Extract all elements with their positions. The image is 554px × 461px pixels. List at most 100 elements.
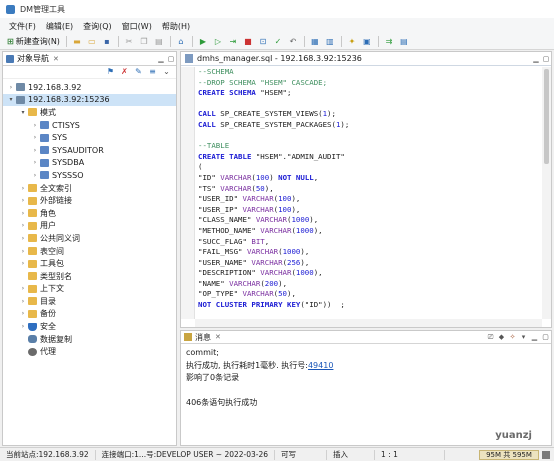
menu-icon[interactable]: ▾ [518,333,529,341]
pin-icon[interactable]: ◆ [496,333,507,341]
tree-node[interactable]: › 上下文 [3,283,176,296]
menu-file[interactable]: 文件(F) [4,21,41,32]
execute-selection-icon[interactable]: ▷ [211,36,225,48]
filter-icon[interactable]: ≡ [147,67,158,77]
maximize-icon[interactable]: ▢ [540,333,551,341]
tree-node[interactable]: › SYSAUDITOR [3,144,176,157]
expand-right-icon[interactable]: › [31,172,39,179]
execute-script-icon[interactable]: ⇥ [226,36,240,48]
rollback-icon[interactable]: ↶ [286,36,300,48]
editor-vertical-scrollbar[interactable] [542,67,551,319]
tree-node[interactable]: › 安全 [3,320,176,333]
menu-query[interactable]: 查询(Q) [78,21,117,32]
expand-right-icon[interactable]: › [7,84,15,91]
paste-icon[interactable]: ▤ [152,36,166,48]
code-line: "USER_NAME" VARCHAR(256), [198,258,541,269]
commit-icon[interactable]: ✓ [271,36,285,48]
home-icon[interactable]: ⌂ [174,36,188,48]
close-icon[interactable]: ✕ [215,333,221,341]
tree-node[interactable]: 类型别名 [3,270,176,283]
tree-node[interactable]: › 全文索引 [3,182,176,195]
tree-node[interactable]: › 192.168.3.92 [3,81,176,94]
save-icon[interactable]: ▪ [100,36,114,48]
debug-icon[interactable]: ✦ [345,36,359,48]
garbage-collect-icon[interactable] [542,450,550,459]
expand-right-icon[interactable]: › [19,285,27,292]
schema-icon [40,133,49,142]
exec-number-link[interactable]: 49410 [308,361,333,370]
copy-icon[interactable]: ❐ [137,36,151,48]
expand-right-icon[interactable]: › [31,159,39,166]
code-line: "USER_IP" VARCHAR(100), [198,205,541,216]
expand-down-icon[interactable]: ▾ [19,109,27,116]
expand-right-icon[interactable]: › [19,222,27,229]
minimize-icon[interactable]: ▁ [529,333,540,341]
tab-messages[interactable]: 消息 ✕ [184,332,221,343]
tree-node[interactable]: › 公共同义词 [3,232,176,245]
format-icon[interactable]: ▣ [360,36,374,48]
stop-icon[interactable]: ■ [241,36,255,48]
clear-icon[interactable]: ⎚ [485,333,496,342]
menu-help[interactable]: 帮助(H) [157,21,195,32]
expand-right-icon[interactable]: › [19,248,27,255]
code-line: --DROP SCHEMA "HSEM" CASCADE; [198,78,541,89]
close-icon[interactable]: ✕ [53,55,59,63]
tree-node[interactable]: › CTISYS [3,119,176,132]
code-token: ), [313,268,323,278]
tree-node[interactable]: › SYSDBA [3,157,176,170]
disconnect-icon[interactable]: ✗ [119,67,130,77]
tree-node[interactable]: › 角色 [3,207,176,220]
expand-right-icon[interactable]: › [19,210,27,217]
expand-right-icon[interactable]: › [31,147,39,154]
calendar-icon[interactable]: ▦ [308,36,322,48]
cut-icon[interactable]: ✂ [122,36,136,48]
expand-right-icon[interactable]: › [31,122,39,129]
expand-right-icon[interactable]: › [19,260,27,267]
tree-node[interactable]: › SYSSSO [3,169,176,182]
edit-icon[interactable]: ✎ [133,67,144,77]
minimize-icon[interactable]: ▁ [156,55,166,63]
tree-node[interactable]: ▾ 192.168.3.92:15236 [3,93,176,107]
sql-code-area[interactable]: --SCHEMA --DROP SCHEMA "HSEM" CASCADE; CRE… [198,67,541,319]
code-token: VARCHAR [251,257,283,267]
maximize-icon[interactable]: ▢ [541,55,551,63]
expand-right-icon[interactable]: › [31,134,39,141]
maximize-icon[interactable]: ▢ [166,55,176,63]
minimize-icon[interactable]: ▁ [531,55,541,63]
tree-node[interactable]: › 目录 [3,295,176,308]
tree-node[interactable]: ▾ 模式 [3,106,176,119]
tree-node[interactable]: › 用户 [3,220,176,233]
grid-icon[interactable]: ▥ [323,36,337,48]
expand-right-icon[interactable]: › [19,235,27,242]
new-query-button[interactable]: ⊞ 新建查询(N) [4,36,63,47]
execute-icon[interactable]: ▶ [196,36,210,48]
tree-node[interactable]: › 表空间 [3,245,176,258]
collapse-icon[interactable]: ⌄ [161,67,172,77]
expand-down-icon[interactable]: ▾ [7,96,15,103]
expand-right-icon[interactable]: › [19,197,27,204]
expand-right-icon[interactable]: › [19,298,27,305]
expand-right-icon[interactable]: › [19,185,27,192]
open-file-icon[interactable]: ▭ [85,36,99,48]
tree-node[interactable]: › 备份 [3,308,176,321]
tree-node[interactable]: › 外部链接 [3,194,176,207]
tree-node[interactable]: 代理 [3,345,176,358]
results-icon[interactable]: ▤ [397,36,411,48]
tree-node[interactable]: 数据复制 [3,333,176,346]
editor-horizontal-scrollbar[interactable] [195,319,542,327]
menu-window[interactable]: 窗口(W) [117,21,157,32]
expand-right-icon[interactable]: › [19,310,27,317]
expand-right-icon[interactable]: › [19,323,27,330]
open-folder-icon[interactable]: ▬ [70,36,84,48]
tab-object-navigator[interactable]: 对象导航 ✕ [6,53,59,64]
step-icon[interactable]: ⇉ [382,36,396,48]
explain-icon[interactable]: ⊡ [256,36,270,48]
new-connection-icon[interactable]: ⚑ [105,67,116,77]
tree-node[interactable]: › SYS [3,131,176,144]
tab-sql-file[interactable]: dmhs_manager.sql - 192.168.3.92:15236 [185,54,362,63]
tree-node[interactable]: › 工具包 [3,257,176,270]
menu-edit[interactable]: 编辑(E) [41,21,78,32]
wrench-icon[interactable]: ✧ [507,333,518,341]
scrollbar-thumb[interactable] [544,69,549,164]
code-token: ( [198,162,203,172]
